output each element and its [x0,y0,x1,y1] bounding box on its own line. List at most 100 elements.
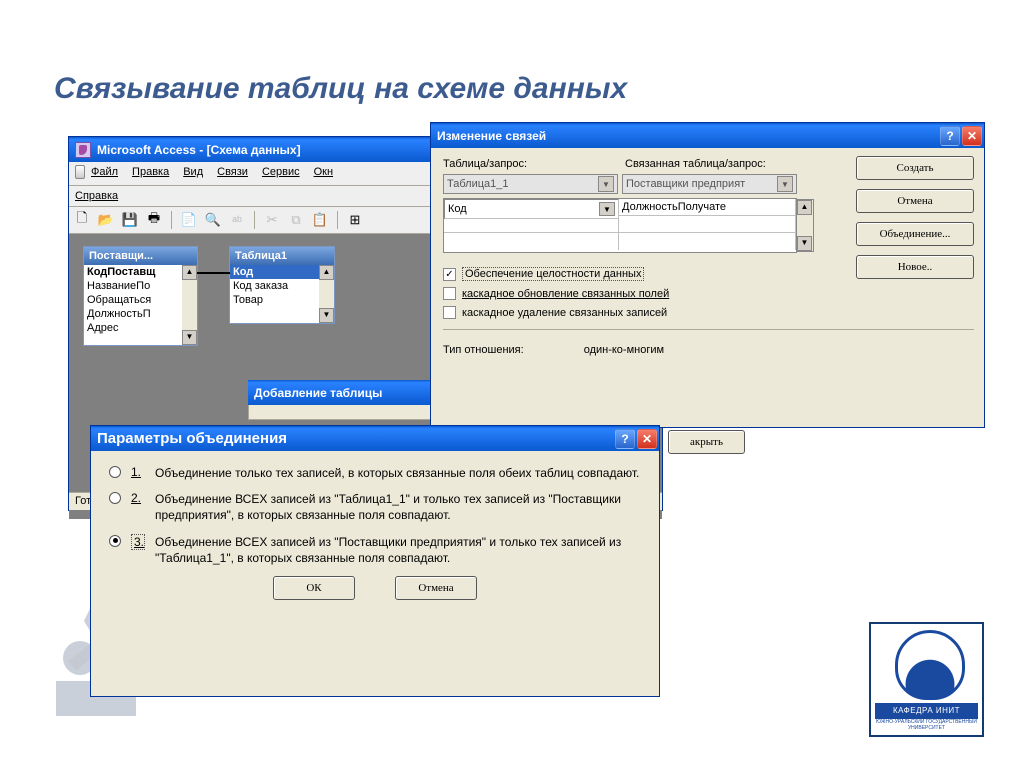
toolbar-separator [337,211,338,229]
radio-opt3[interactable] [109,535,121,547]
field-item[interactable]: ДолжностьП [84,307,197,321]
print-icon[interactable]: 🖶 [145,211,163,229]
empty-cell[interactable] [444,216,619,233]
open-file-icon[interactable]: 📂 [97,211,115,229]
cancel-button[interactable]: Отмена [395,576,477,600]
combo-table-value: Таблица1_1 [447,178,508,190]
chevron-down-icon[interactable]: ▼ [599,202,615,216]
label-opt3-num: 3. [131,534,145,550]
scrollbar[interactable]: ▲ ▼ [319,265,334,323]
addtable-titlebar: Добавление таблицы [248,380,433,405]
editrel-titlebar: Изменение связей ? ✕ [431,123,984,148]
fieldlist-suppliers[interactable]: Поставщи... КодПоставщ НазваниеПо Обраща… [83,246,198,346]
new-file-icon[interactable]: 🗋 [73,211,91,229]
create-button[interactable]: Создать [856,156,974,180]
spellcheck-icon: ᵃᵇ [228,211,246,229]
field-right-value: ДолжностьПолучате [622,201,726,213]
scroll-down-icon[interactable]: ▼ [797,236,812,251]
editrel-title-text: Изменение связей [437,129,546,143]
help-button[interactable]: ? [615,429,635,449]
checkbox-integrity[interactable]: ✓ [443,268,456,281]
slide-title: Связывание таблиц на схеме данных [54,72,627,106]
menu-relations[interactable]: Связи [217,166,248,178]
print-preview-icon: 📄 [180,211,198,229]
menu-help[interactable]: Справка [75,190,118,202]
checkbox-cascade-delete[interactable] [443,306,456,319]
join-options-dialog: Параметры объединения ? ✕ 1. Объединение… [90,425,660,697]
label-opt2-text: Объединение ВСЕХ записей из "Таблица1_1"… [155,491,641,523]
help-button[interactable]: ? [940,126,960,146]
relationship-line [197,272,230,274]
join-button[interactable]: Объединение... [856,222,974,246]
label-opt2-num: 2. [131,491,145,505]
menu-file[interactable]: Файл [91,166,118,178]
dept-logo: КАФЕДРА ИНИТ ЮЖНО-УРАЛЬСКИЙ ГОСУДАРСТВЕН… [869,622,984,737]
toolbar-separator [171,211,172,229]
add-table-icon[interactable]: ⊞ [346,211,364,229]
logo-band-text: КАФЕДРА ИНИТ [875,703,978,719]
label-cascade-delete: каскадное удаление связанных записей [462,307,667,319]
field-item[interactable]: НазваниеПо [84,279,197,293]
fieldlist-table1-title: Таблица1 [230,247,334,265]
close-button[interactable]: ✕ [637,429,657,449]
addtable-dialog: Добавление таблицы [248,380,433,420]
menu-window[interactable]: Окн [314,166,333,178]
empty-cell[interactable] [619,233,796,250]
fieldlist-table1[interactable]: Таблица1 Код Код заказа Товар ▲ ▼ [229,246,335,324]
ok-button[interactable]: ОК [273,576,355,600]
field-left-value: Код [448,203,467,215]
label-integrity: Обеспечение целостности данных [462,267,644,281]
close-button[interactable]: ✕ [962,126,982,146]
scroll-up-icon[interactable]: ▲ [182,265,197,280]
checkbox-cascade-update[interactable] [443,287,456,300]
scroll-up-icon[interactable]: ▲ [319,265,334,280]
label-opt3-text: Объединение ВСЕХ записей из "Поставщики … [155,534,641,566]
cut-icon: ✂ [263,211,281,229]
new-button[interactable]: Новое.. [856,255,974,279]
field-right-cell[interactable]: ДолжностьПолучате [619,199,796,216]
field-item[interactable]: Адрес [84,321,197,335]
joinopts-titlebar: Параметры объединения ? ✕ [91,426,659,451]
find-icon: 🔍 [204,211,222,229]
menu-edit[interactable]: Правка [132,166,169,178]
addtable-title-text: Добавление таблицы [254,386,382,400]
scroll-down-icon[interactable]: ▼ [182,330,197,345]
empty-cell[interactable] [444,233,619,250]
field-mapping-grid[interactable]: Код ▼ ДолжностьПолучате ▲ ▼ [443,198,797,253]
combo-related-table[interactable]: Поставщики предприят ▼ [622,174,797,194]
label-cascade-update: каскадное обновление связанных полей [462,288,669,300]
access-app-icon [75,142,91,158]
combo-related-value: Поставщики предприят [626,178,745,190]
menu-view[interactable]: Вид [183,166,203,178]
copy-icon: ⧉ [287,211,305,229]
scroll-down-icon[interactable]: ▼ [319,308,334,323]
menu-tools[interactable]: Сервис [262,166,300,178]
label-opt1-num: 1. [131,465,145,479]
radio-opt2[interactable] [109,492,121,504]
cancel-button[interactable]: Отмена [856,189,974,213]
paste-icon: 📋 [311,211,329,229]
menu-anchor-icon [75,165,85,179]
label-related-table: Связанная таблица/запрос: [625,158,795,170]
label-table-query: Таблица/запрос: [443,158,613,170]
scrollbar[interactable]: ▲ ▼ [182,265,197,345]
toolbar-separator [254,211,255,229]
value-reltype: один-ко-многим [584,344,664,356]
combo-table[interactable]: Таблица1_1 ▼ [443,174,618,194]
field-item[interactable]: КодПоставщ [84,265,197,279]
label-opt1-text: Объединение только тех записей, в которы… [155,465,641,481]
chevron-down-icon[interactable]: ▼ [598,176,614,192]
save-icon[interactable]: 💾 [121,211,139,229]
joinopts-title-text: Параметры объединения [97,430,287,447]
status-text: Гот [75,495,91,507]
label-reltype: Тип отношения: [443,344,524,356]
scroll-up-icon[interactable]: ▲ [797,200,812,215]
scrollbar[interactable]: ▲ ▼ [797,199,814,252]
radio-opt1[interactable] [109,466,121,478]
addtable-close-button[interactable]: акрыть [668,430,745,454]
chevron-down-icon[interactable]: ▼ [777,176,793,192]
field-item[interactable]: Обращаться [84,293,197,307]
empty-cell[interactable] [619,216,796,233]
logo-sub-text: ЮЖНО-УРАЛЬСКИЙ ГОСУДАРСТВЕННЫЙ УНИВЕРСИТ… [871,719,982,731]
edit-relations-dialog: Изменение связей ? ✕ Таблица/запрос: Свя… [430,122,985,428]
